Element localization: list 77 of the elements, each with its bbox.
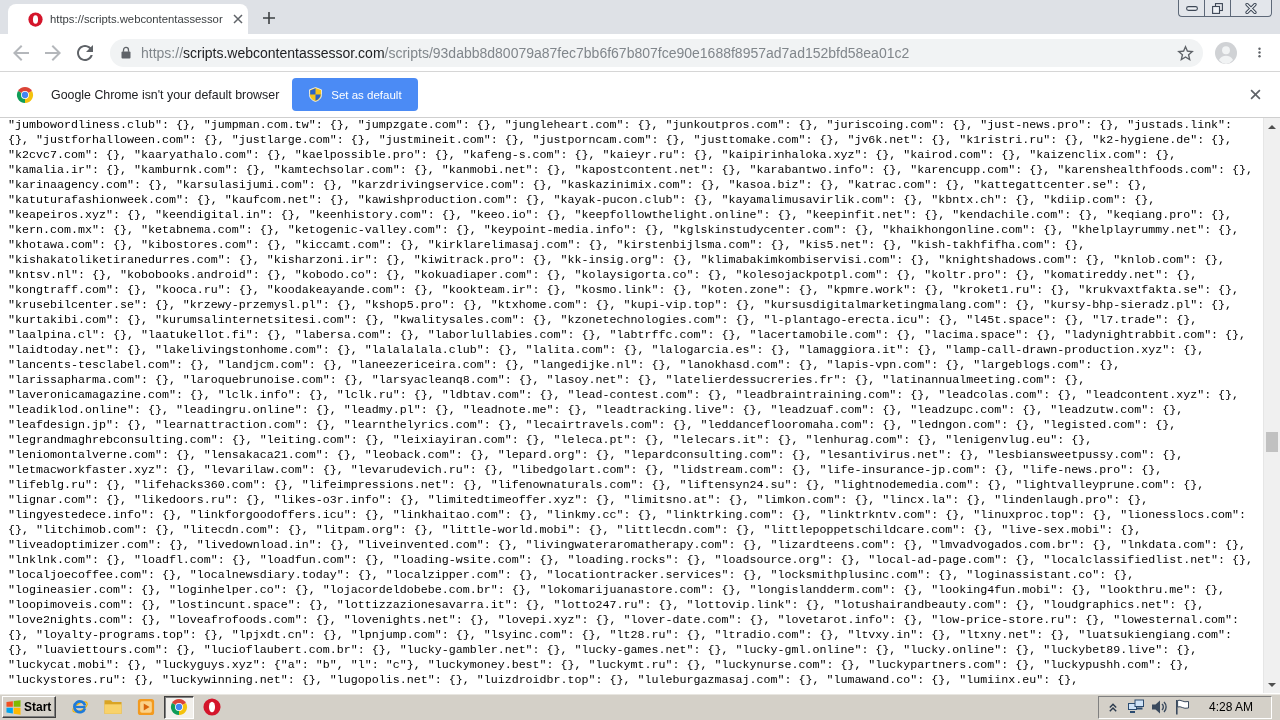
browser-logo-icon	[16, 85, 34, 104]
text-line: "leadiklod.online": {}, "leadingru.online": {}, "leadmy.pl": {}, "leadnote.me": {}, "leadtracking.live": {}, "leadzuaf.com": {}, "leadzupc.com": {}, "leadzutw.com": {},	[8, 403, 1184, 418]
text-line: "luckycat.mobi": {}, "luckyguys.xyz": {"a": "b", "l": "c"}, "luckymoney.best": {}, "luckymt.ru": {}, "luckynurse.com": {}, "luckypartners.com": {}, "luckypushh.com": {},	[8, 658, 1191, 673]
text-line: "logineasier.com": {}, "loginhelper.co": {}, "lojacordeldobebe.com.br": {}, "lokomarijuanastore.com": {}, "longislandderm.com": {}, "looking4fun.mobi": {}, "lookthru.me": {},	[8, 583, 1226, 598]
down-arrow-icon	[1268, 682, 1276, 687]
text-line: {}, "litchimob.com": {}, "litecdn.com": {}, "litpam.org": {}, "little-world.mobi": {}, "littlecdn.com": {}, "littlepoppetschildcare.com": {}, "live-sex.mobi": {},	[8, 523, 1142, 538]
text-line: "kamalia.ir": {}, "kamburnk.com": {}, "kamtechsolar.com": {}, "kanmobi.net": {}, "kapostcontent.net": {}, "karabantwo.info": {}, "karencupp.com": {}, "karenshealthfoods.com": {},	[8, 163, 1254, 178]
text-line: "larissapharma.com": {}, "laroquebrunoise.com": {}, "larsyacleanq8.com": {}, "lasoy.net": {}, "latelierdessucreries.fr": {}, "latinannualmeeting.com": {},	[8, 373, 1086, 388]
minimize-icon	[1185, 5, 1198, 11]
text-line: "karinaagency.com": {}, "karsulasijumi.com": {}, "karzdrivingservice.com": {}, "kaskazinimix.com": {}, "kasoa.biz": {}, "katrac.com": {}, "kattegattcenter.se": {},	[8, 178, 1149, 193]
browser-tab[interactable]: https://scripts.webcontentassessor	[8, 4, 248, 34]
play-icon	[137, 698, 155, 716]
text-line: "luckystores.ru": {}, "luckywinning.net": {}, "lugopolis.net": {}, "luizdroidbr.top": {}, "luleburgazmasaj.com": {}, "lumawand.co": {}, "lumiinx.eu": {},	[8, 673, 1079, 688]
folder-icon	[104, 698, 122, 716]
browser-button[interactable]	[164, 695, 194, 719]
text-line: "kongtraff.com": {}, "kooca.ru": {}, "koodakeayande.com": {}, "kookteam.ir": {}, "kosmo.link": {}, "koten.zone": {}, "kpmre.work": {}, "kroket1.ru": {}, "krukvaxtfakta.se": {},	[8, 283, 1240, 298]
text-line: {}, "loyalty-programs.top": {}, "lpjxdt.cn": {}, "lpnjump.com": {}, "lsyinc.com": {}, "lt28.ru": {}, "ltradio.com": {}, "ltvxy.in": {}, "ltxny.net": {}, "luatsukiengiang.com":	[8, 628, 1233, 643]
minimize-button[interactable]	[1178, 0, 1204, 17]
lock-icon	[121, 46, 131, 59]
menu-icon	[1257, 46, 1261, 59]
plus-icon	[263, 12, 275, 24]
text-line: "kntsv.nl": {}, "kobobooks.android": {}, "kobodo.co": {}, "kokuadiaper.com": {}, "kolaysigorta.co": {}, "kolesojackpotpl.com": {}, "koltr.pro": {}, "komatireddy.net": {},	[8, 268, 1198, 283]
text-line: "lignar.com": {}, "likedoors.ru": {}, "likes-o3r.info": {}, "limitedtimeoffer.xyz": {}, "limitsno.at": {}, "limkon.com": {}, "lincx.la": {}, "lindenlaugh.pro": {},	[8, 493, 1149, 508]
text-line: "keapeiros.xyz": {}, "keendigital.in": {}, "keenhistory.com": {}, "keeo.io": {}, "keepfollowthelight.online": {}, "keepinfit.net": {}, "kendachile.com": {}, "keqiang.pro": {},	[8, 208, 1233, 223]
back-arrow-icon	[13, 44, 29, 61]
text-line: "lnklnk.com": {}, "loadfl.com": {}, "loadfun.com": {}, "loading-wsite.com": {}, "loading.rocks": {}, "loadsource.org": {}, "local-ad-page.com": {}, "localclassifiedlist.net": {},	[8, 553, 1254, 568]
restore-button[interactable]	[1204, 0, 1230, 17]
text-line: "laveronicamagazine.com": {}, "lclk.info": {}, "lclk.ru": {}, "ldbtav.com": {}, "lead-contest.com": {}, "leadbraintraining.com": {}, "leadcolas.com": {}, "leadcontent.xyz": {},	[8, 388, 1240, 403]
url-text: https://scripts.webcontentassessor.com/scripts/93dabb8d80079a87fec7bb6f67b807fce90e1688f8957ad7ad152bfd58ea01c2	[141, 44, 910, 61]
text-line: "krusebilcenter.se": {}, "krzewy-przemysl.pl": {}, "kshop5.pro": {}, "ktxhome.com": {}, "kupi-vip.top": {}, "kursusdigitalmarketingmalang.com": {}, "kursy-bhp-sieradz.pl": {},	[8, 298, 1233, 313]
text-line: "laidtoday.net": {}, "lakelivingstonhome.com": {}, "lalalalala.club": {}, "lalita.com": {}, "lalogarcia.es": {}, "lamaggiora.it": {}, "lamp-call-drawn-production.xyz": {},	[8, 343, 1205, 358]
close-icon	[232, 14, 243, 24]
clock-text: 4:28 AM	[1208, 700, 1253, 714]
reload-icon	[77, 44, 93, 61]
text-line: "katuturafashionweek.com": {}, "kaufcom.net": {}, "kawishproduction.com": {}, "kayak-pucon.club": {}, "kayamalimusavirlik.com": {}, "kbntx.ch": {}, "kdiip.com": {},	[8, 193, 1156, 208]
text-line: "legrandmaghrebconsulting.com": {}, "leiting.com": {}, "leixiayiran.com": {}, "leleca.pt": {}, "lelecars.it": {}, "lenhurag.com": {}, "lenigenvlug.eu": {},	[8, 433, 1093, 448]
text-line: "kern.com.mx": {}, "ketabnema.com": {}, "ketogenic-valley.com": {}, "keypoint-media.info": {}, "kglskinstudycenter.com": {}, "khaikhongonline.com": {}, "khelplayrummy.net": {},	[8, 223, 1240, 238]
text-line: {}, "justforhalloween.com": {}, "justlarge.com": {}, "justmineit.com": {}, "justporncam.com": {}, "justtomake.com": {}, "jv6k.net": {}, "k1ristri.ru": {}, "k2-hygiene.de": {},	[8, 133, 1233, 148]
close-icon	[1245, 2, 1257, 14]
browser-logo-icon	[170, 698, 188, 716]
close-icon	[1249, 89, 1261, 100]
ring-icon	[28, 11, 43, 27]
text-line: "love2nights.com": {}, "loveafrofoods.com": {}, "lovenights.net": {}, "lovepi.xyz": {}, "lover-date.com": {}, "lovetarot.info": {}, "low-price-store.ru": {}, "lowesternal.com":	[8, 613, 1240, 628]
text-line: "leafdesign.jp": {}, "learnattraction.com": {}, "learnthelyrics.com": {}, "lecairtravels.com": {}, "leddanceflooromaha.com": {}, "ledngon.com": {}, "legisted.com": {},	[8, 418, 1177, 433]
text-line: {}, "luaviettours.com": {}, "lucioflaubert.com.br": {}, "lucky-gambler.net": {}, "lucky-games.net": {}, "lucky-gml.online": {}, "lucky.online": {}, "luckybet89.live": {},	[8, 643, 1198, 658]
up-arrow-icon	[1268, 124, 1276, 129]
ring-logo-icon	[203, 698, 221, 716]
text-line: "jumbowordliness.club": {}, "jumpman.com.tw": {}, "jumpzgate.com": {}, "jungleheart.com": {}, "junkoutpros.com": {}, "juriscoing.com": {}, "just-news.pro": {}, "justads.link":	[8, 118, 1233, 133]
text-line: "lingyestedece.info": {}, "linkforgoodoffers.icu": {}, "linkhaitao.com": {}, "linkmy.cc": {}, "linktrking.com": {}, "linktrkntv.com": {}, "linuxproc.top": {}, "lionesslocs.com":	[8, 508, 1247, 523]
bookmark-star-icon[interactable]	[1177, 44, 1194, 61]
e-logo-icon	[71, 698, 89, 716]
double-caret-up-icon	[1108, 702, 1117, 712]
start-logo-icon	[6, 699, 21, 715]
close-button[interactable]	[1230, 0, 1272, 17]
text-line: "laalpina.cl": {}, "laatukellot.fi": {}, "labersa.com": {}, "laborlullabies.com": {}, "labtrffc.com": {}, "lacertamobile.com": {}, "lacima.space": {}, "ladynightrabbit.com": {},	[8, 328, 1247, 343]
text-line: "khotawa.com": {}, "kibostores.com": {}, "kiccamt.com": {}, "kirklarelimasaj.com": {}, "kirstenbijlsma.com": {}, "kis5.net": {}, "kish-takhfifha.com": {},	[8, 238, 1086, 253]
shield-icon	[309, 87, 323, 102]
scrollbar-thumb[interactable]	[1266, 432, 1278, 452]
restore-icon	[1212, 2, 1223, 14]
forward-arrow-icon	[45, 44, 61, 61]
text-line: "liveadoptimizer.com": {}, "livedownload.in": {}, "liveinvented.com": {}, "livingwateraromatherapy.com": {}, "lizardteens.com": {}, "lmvadvogados.com.br": {}, "lnkdata.com": {},	[8, 538, 1247, 553]
start-button[interactable]: Start	[2, 696, 56, 718]
text-line: "leniomontalverne.com": {}, "lensakaca21.com": {}, "leoback.com": {}, "lepard.org": {}, "lepardconsulting.com": {}, "lesantivirus.net": {}, "lesbiansweetpussy.com": {},	[8, 448, 1184, 463]
network-icon[interactable]	[1127, 699, 1144, 715]
text-line: "localjoecoffee.com": {}, "localnewsdiary.today": {}, "localzipper.com": {}, "locationtracker.services": {}, "locksmithplusinc.com": {}, "loginassistant.co": {},	[8, 568, 1135, 583]
text-line: "lancents-tesclabel.com": {}, "landjcm.com": {}, "laneezericeira.com": {}, "langedijke.nl": {}, "lanokhasd.com": {}, "lapis-vpn.com": {}, "largeblogs.com": {},	[8, 358, 1121, 373]
info-message: Google Chrome isn't your default browser	[51, 87, 280, 102]
address-bar[interactable]: https://scripts.webcontentassessor.com/scripts/93dabb8d80079a87fec7bb6f67b807fce90e1688f8957ad7ad152bfd58ea01c2	[110, 38, 1203, 67]
speaker-icon[interactable]	[1150, 699, 1167, 715]
flag-icon[interactable]	[1173, 699, 1190, 715]
text-line: "loopimoveis.com": {}, "lostincunt.space": {}, "lottizzazionesavarra.it": {}, "lotto247.ru": {}, "lottovip.link": {}, "lotushairandbeauty.com": {}, "loudgraphics.net": {},	[8, 598, 1205, 613]
avatar-icon	[1215, 41, 1237, 64]
text-line: "kishakatoliketiranedurres.com": {}, "kisharzoni.ir": {}, "kiwitrack.pro": {}, "kk-insig.org": {}, "klimabakimkombiservisi.com": {}, "knightshadows.com": {}, "knlob.com": {},	[8, 253, 1226, 268]
text-line: "k2cvc7.com": {}, "kaaryathalo.com": {}, "kaelpossible.pro": {}, "kafeng-s.com": {}, "kaieyr.ru": {}, "kaipirinhaloka.xyz": {}, "kairod.com": {}, "kaizenclix.com": {},	[8, 148, 1177, 163]
text-line: "lifeblg.ru": {}, "lifehacks360.com": {}, "lifeimpressions.net": {}, "lifenownaturals.com": {}, "liftensyn24.su": {}, "lightnodemedia.com": {}, "lightvalleyprune.com": {},	[8, 478, 1205, 493]
text-line: "kurtakibi.com": {}, "kurumsalinternetsitesi.com": {}, "kwalitysales.com": {}, "kzonetechnologies.com": {}, "l-plantago-erecta.icu": {}, "l45t.space": {}, "l7.trade": {},	[8, 313, 1198, 328]
text-line: "letmacworkfaster.xyz": {}, "levarilaw.com": {}, "levarudevich.ru": {}, "libedgolart.com": {}, "lidstream.com": {}, "life-insurance-jp.com": {}, "life-news.pro": {},	[8, 463, 1163, 478]
